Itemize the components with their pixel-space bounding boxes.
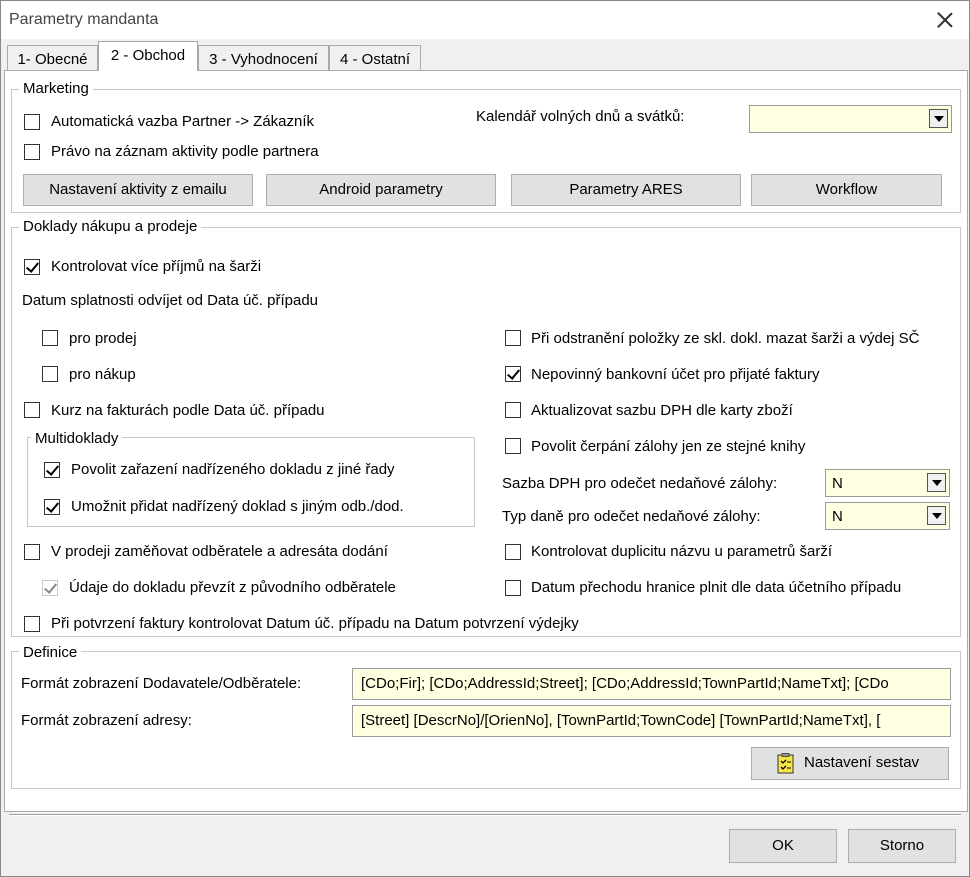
sazba-value: N xyxy=(832,475,843,492)
format-dod-input[interactable]: [CDo;Fir]; [CDo;AddressId;Street]; [CDo;… xyxy=(352,668,951,700)
typ-combo[interactable]: N xyxy=(825,502,950,530)
format-adr-input[interactable]: [Street] [DescrNo]/[OrienNo], [TownPartI… xyxy=(352,705,951,737)
definice-title: Definice xyxy=(19,644,82,661)
storno-button[interactable]: Storno xyxy=(848,829,956,863)
cerpani-label: Povolit čerpání zálohy jen ze stejné kni… xyxy=(531,438,806,455)
ares-params-button[interactable]: Parametry ARES xyxy=(511,174,741,206)
aktualizovat-label: Aktualizovat sazbu DPH dle karty zboží xyxy=(531,402,793,419)
chevron-down-icon[interactable] xyxy=(927,506,946,525)
kalendar-label: Kalendář volných dnů a svátků: xyxy=(476,108,685,125)
kurz-checkbox[interactable] xyxy=(24,402,40,418)
bankovni-checkbox[interactable] xyxy=(505,366,521,382)
odstraneni-checkbox[interactable] xyxy=(505,330,521,346)
footer-separator xyxy=(9,814,961,816)
nastaveni-sestav-button[interactable]: Nastavení sestav xyxy=(751,747,949,780)
udaje-label: Údaje do dokladu převzít z původního odb… xyxy=(69,579,396,596)
auto-vazba-label: Automatická vazba Partner -> Zákazník xyxy=(51,113,315,130)
kalendar-combo[interactable] xyxy=(749,105,952,133)
duplicita-label: Kontrolovat duplicitu názvu u parametrů … xyxy=(531,543,832,560)
tab-obecne[interactable]: 1- Obecné xyxy=(7,45,98,71)
chevron-down-icon[interactable] xyxy=(929,109,948,128)
prechod-label: Datum přechodu hranice plnit dle data úč… xyxy=(531,579,902,596)
kontrolovat-label: Kontrolovat více příjmů na šarži xyxy=(51,258,262,275)
odstraneni-label: Při odstranění položky ze skl. dokl. maz… xyxy=(531,330,920,347)
ok-button[interactable]: OK xyxy=(729,829,837,863)
report-settings-icon xyxy=(777,753,794,774)
format-dod-label: Formát zobrazení Dodavatele/Odběratele: xyxy=(21,675,302,692)
zamenovat-label: V prodeji zaměňovat odběratele a adresát… xyxy=(51,543,388,560)
tab-ostatni[interactable]: 4 - Ostatní xyxy=(329,45,421,71)
umoznit-checkbox[interactable] xyxy=(44,499,60,515)
tab-panel: Marketing Automatická vazba Partner -> Z… xyxy=(4,70,968,812)
zarazeni-label: Povolit zařazení nadřízeného dokladu z j… xyxy=(71,461,395,478)
potvrzeni-label: Při potvrzení faktury kontrolovat Datum … xyxy=(51,615,579,632)
title-bar: Parametry mandanta xyxy=(1,1,969,39)
duplicita-checkbox[interactable] xyxy=(505,544,521,560)
kontrolovat-checkbox[interactable] xyxy=(24,259,40,275)
umoznit-label: Umožnit přidat nadřízený doklad s jiným … xyxy=(71,498,404,515)
format-adr-label: Formát zobrazení adresy: xyxy=(21,712,192,729)
android-params-button[interactable]: Android parametry xyxy=(266,174,496,206)
pravo-checkbox[interactable] xyxy=(24,144,40,160)
aktualizovat-checkbox[interactable] xyxy=(505,402,521,418)
multidoklady-title: Multidoklady xyxy=(31,430,123,447)
pro-nakup-label: pro nákup xyxy=(69,366,136,383)
datum-splatnosti-label: Datum splatnosti odvíjet od Data úč. pří… xyxy=(22,292,319,309)
typ-label: Typ daně pro odečet nedaňové zálohy: xyxy=(502,508,761,525)
pro-prodej-label: pro prodej xyxy=(69,330,137,347)
auto-vazba-checkbox[interactable] xyxy=(24,114,40,130)
chevron-down-icon[interactable] xyxy=(927,473,946,492)
pro-nakup-checkbox[interactable] xyxy=(42,366,58,382)
zamenovat-checkbox[interactable] xyxy=(24,544,40,560)
udaje-checkbox[interactable] xyxy=(42,580,58,596)
cerpani-checkbox[interactable] xyxy=(505,438,521,454)
zarazeni-checkbox[interactable] xyxy=(44,462,60,478)
potvrzeni-checkbox[interactable] xyxy=(24,616,40,632)
pravo-label: Právo na záznam aktivity podle partnera xyxy=(51,143,319,160)
sazba-combo[interactable]: N xyxy=(825,469,950,497)
prechod-checkbox[interactable] xyxy=(505,580,521,596)
nastaveni-sestav-label: Nastavení sestav xyxy=(804,754,920,771)
window-title: Parametry mandanta xyxy=(9,11,159,28)
pro-prodej-checkbox[interactable] xyxy=(42,330,58,346)
dialog-window: Parametry mandanta 1- Obecné 2 - Obchod … xyxy=(0,0,970,877)
tab-obchod[interactable]: 2 - Obchod xyxy=(98,41,198,71)
typ-value: N xyxy=(832,508,843,525)
bankovni-label: Nepovinný bankovní účet pro přijaté fakt… xyxy=(531,366,820,383)
workflow-button[interactable]: Workflow xyxy=(751,174,942,206)
close-icon[interactable] xyxy=(931,7,959,33)
marketing-title: Marketing xyxy=(19,80,93,97)
tab-vyhodnoceni[interactable]: 3 - Vyhodnocení xyxy=(198,45,329,71)
email-activity-button[interactable]: Nastavení aktivity z emailu xyxy=(23,174,253,206)
sazba-label: Sazba DPH pro odečet nedaňové zálohy: xyxy=(502,475,778,492)
doklady-group xyxy=(11,227,961,637)
kurz-label: Kurz na fakturách podle Data úč. případu xyxy=(51,402,325,419)
doklady-title: Doklady nákupu a prodeje xyxy=(19,218,202,235)
